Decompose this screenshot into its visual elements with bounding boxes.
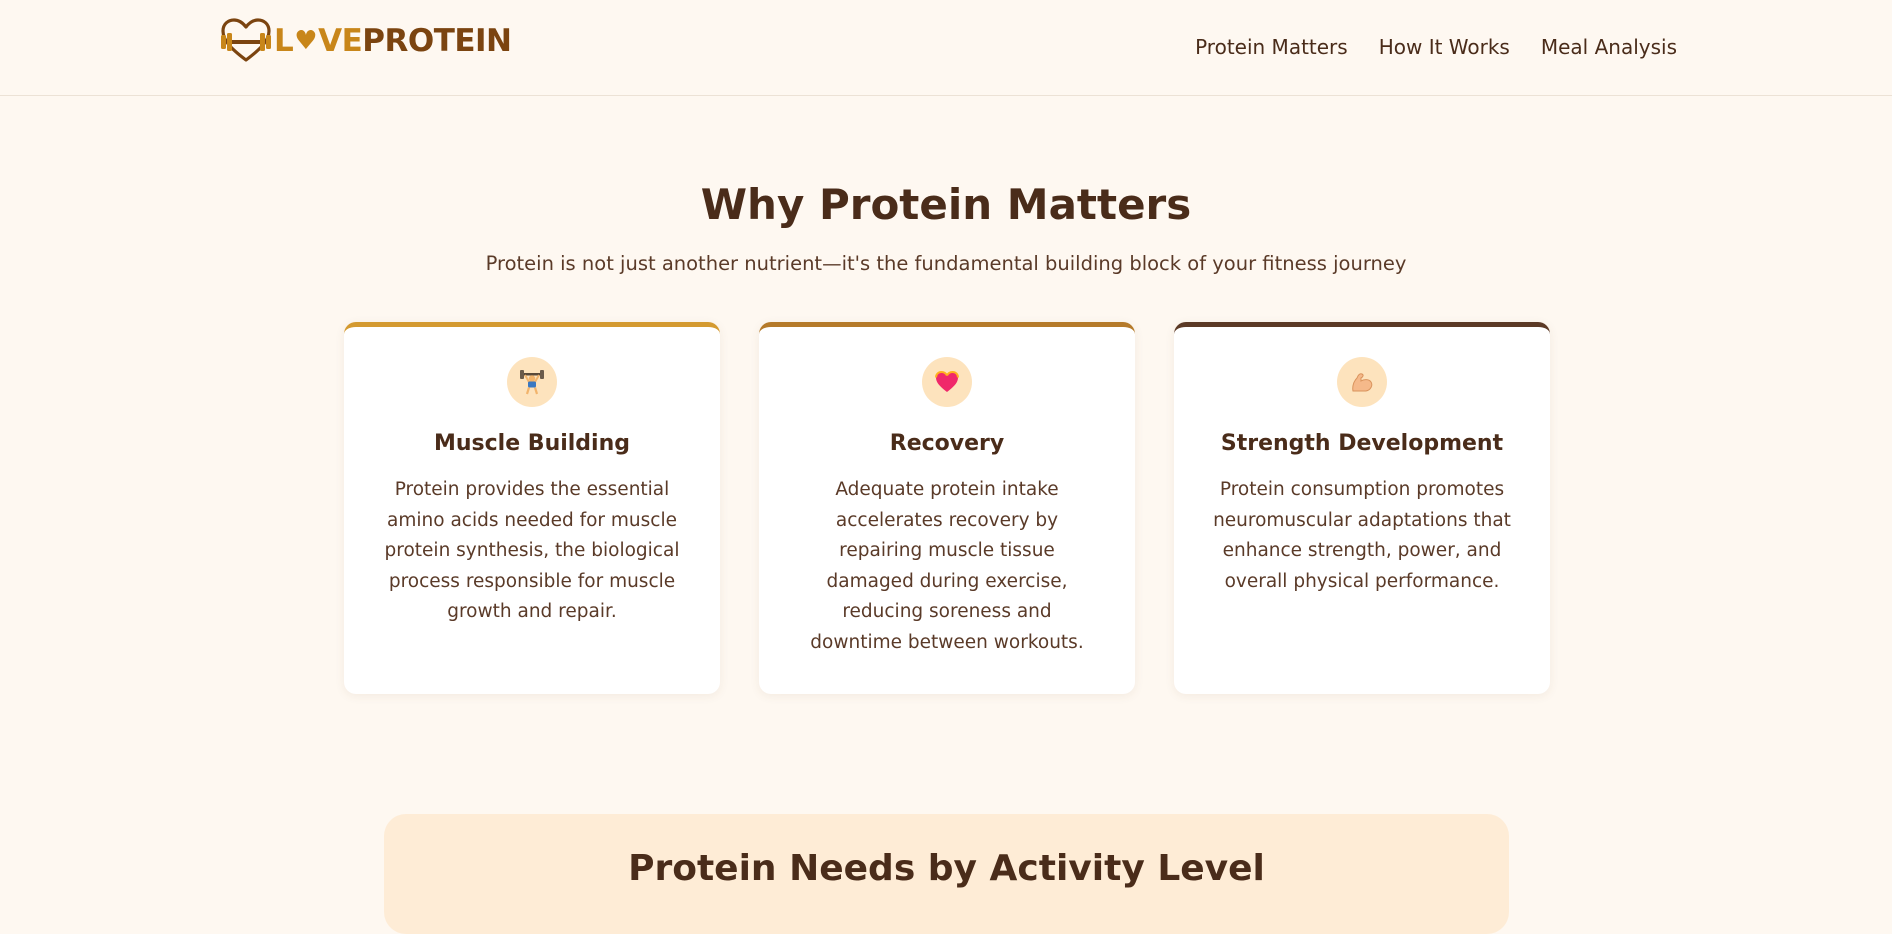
logo[interactable]: L ♥ VE PROTEIN	[220, 18, 512, 64]
site-header: L ♥ VE PROTEIN Protein Matters How It Wo…	[0, 0, 1892, 96]
card-muscle-building: Muscle Building Protein provides the ess…	[344, 322, 720, 694]
card-title: Muscle Building	[433, 431, 631, 456]
heart-icon	[922, 357, 972, 407]
nav-link-protein-matters[interactable]: Protein Matters	[1195, 30, 1348, 64]
nav-link-how-it-works[interactable]: How It Works	[1379, 30, 1510, 64]
logo-letter-l: L	[274, 23, 294, 59]
nav-link-meal-analysis[interactable]: Meal Analysis	[1541, 30, 1677, 64]
section-subtitle: Protein is not just another nutrient—it'…	[485, 252, 1407, 275]
card-recovery: Recovery Adequate protein intake acceler…	[759, 322, 1135, 694]
flexed-biceps-icon	[1337, 357, 1387, 407]
activity-title: Protein Needs by Activity Level	[628, 848, 1265, 889]
logo-letters-ve: VE	[318, 23, 363, 59]
card-strength-development: Strength Development Protein consumption…	[1174, 322, 1550, 694]
card-title: Strength Development	[1220, 431, 1504, 456]
heart-dumbbell-icon	[221, 18, 271, 62]
logo-wordmark: L ♥ VE PROTEIN	[274, 18, 512, 64]
main-nav: Protein Matters How It Works Meal Analys…	[1195, 30, 1677, 64]
card-description: Protein consumption promotes neuromuscul…	[1213, 479, 1511, 592]
section-title: Why Protein Matters	[700, 180, 1192, 229]
logo-heart-glyph: ♥	[294, 26, 318, 56]
activity-level-panel: Protein Needs by Activity Level	[384, 814, 1509, 934]
logo-word-protein: PROTEIN	[362, 23, 512, 59]
card-title: Recovery	[889, 431, 1005, 456]
weightlifter-icon	[507, 357, 557, 407]
card-description: Adequate protein intake accelerates reco…	[810, 479, 1084, 653]
card-description: Protein provides the essential amino aci…	[384, 479, 680, 622]
